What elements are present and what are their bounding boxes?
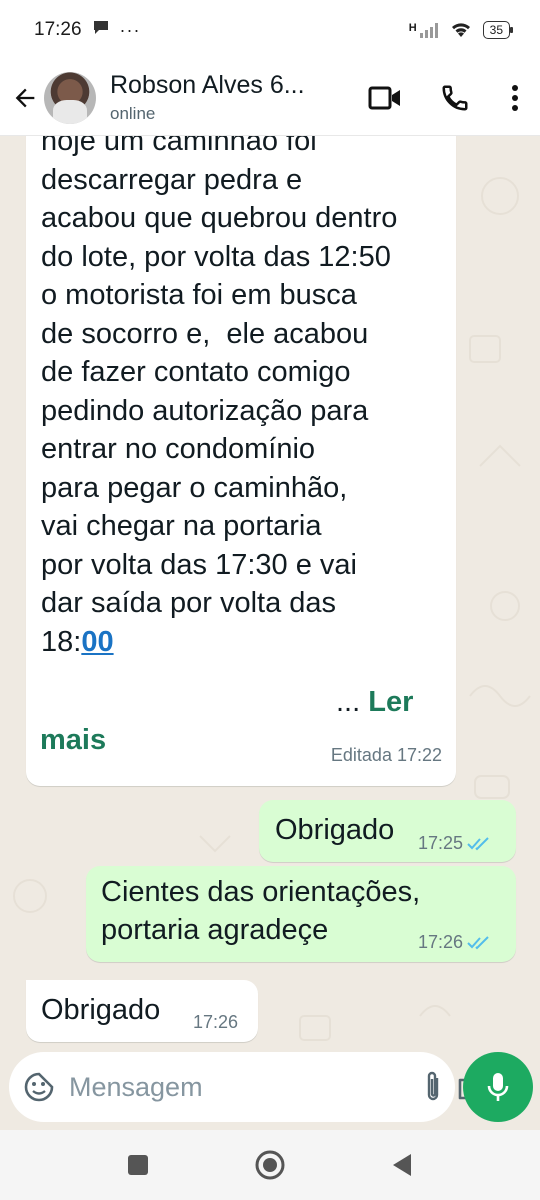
outgoing-message[interactable]: Obrigado 17:25 — [259, 800, 516, 862]
double-check-icon — [467, 836, 489, 850]
signal-icon: H — [409, 22, 439, 38]
avatar[interactable] — [44, 71, 96, 124]
message-timestamp: 17:26 — [193, 1012, 239, 1032]
battery-icon: 35 — [482, 21, 514, 39]
input-bar — [0, 1050, 540, 1130]
wifi-icon — [449, 20, 473, 41]
back-button[interactable] — [10, 78, 40, 118]
status-more: ··· — [119, 19, 141, 40]
home-button[interactable] — [250, 1145, 290, 1185]
read-more-label-2[interactable]: mais — [40, 724, 106, 757]
attach-button[interactable] — [423, 1065, 443, 1109]
network-type: H — [408, 22, 417, 34]
status-time: 17:26 — [34, 19, 82, 40]
voice-call-button[interactable] — [420, 68, 490, 128]
chat-header: Robson Alves 6... online — [0, 60, 540, 136]
message-composer — [9, 1052, 488, 1122]
sticker-button[interactable] — [23, 1065, 55, 1109]
chat-notification-icon — [92, 19, 110, 41]
video-call-button[interactable] — [350, 68, 420, 128]
triangle-back-icon — [393, 1154, 411, 1176]
sticker-icon — [24, 1072, 54, 1102]
recents-button[interactable] — [118, 1145, 158, 1185]
paperclip-icon — [427, 1071, 439, 1101]
read-more-label-1: Ler — [368, 686, 414, 718]
square-icon — [128, 1155, 148, 1175]
message-text-line-1: Cientes das orientações, — [101, 876, 421, 908]
message-text: hoje um caminhão foi descarregar pedra e… — [41, 136, 398, 658]
double-check-icon — [467, 935, 489, 949]
video-call-icon — [368, 86, 400, 109]
message-input[interactable] — [69, 1071, 423, 1103]
status-bar: 17:26 ··· H 35 — [0, 0, 540, 60]
outgoing-message[interactable]: Cientes das orientações, portaria agrade… — [86, 866, 516, 962]
message-link[interactable]: 00 — [81, 626, 113, 658]
system-nav-bar — [0, 1130, 540, 1200]
message-timestamp: 17:25 — [418, 833, 491, 854]
message-timestamp: 17:26 — [418, 932, 491, 953]
home-circle-icon — [255, 1150, 285, 1180]
contact-status: online — [110, 104, 156, 123]
read-more-link[interactable]: ... Ler — [336, 686, 413, 719]
read-more-ellipsis: ... — [336, 686, 361, 718]
back-nav-button[interactable] — [382, 1145, 422, 1185]
mic-icon — [487, 1073, 509, 1101]
chat-area[interactable]: hoje um caminhão foi descarregar pedra e… — [0, 136, 540, 1050]
incoming-message[interactable]: Obrigado 17:26 — [26, 980, 258, 1042]
message-text: Obrigado — [275, 814, 395, 846]
more-vert-icon — [512, 84, 518, 111]
arrow-left-icon — [15, 88, 35, 107]
contact-name: Robson Alves 6... — [110, 71, 305, 99]
edited-timestamp: Editada 17:22 — [330, 745, 442, 765]
phone-icon — [442, 85, 468, 111]
voice-message-button[interactable] — [463, 1052, 533, 1122]
more-options-button[interactable] — [490, 68, 540, 128]
incoming-message-long[interactable]: hoje um caminhão foi descarregar pedra e… — [26, 136, 456, 786]
message-text: Obrigado — [41, 994, 161, 1026]
contact-info[interactable]: Robson Alves 6... online — [110, 71, 305, 124]
message-text-line-2: portaria agradeçe — [101, 914, 329, 946]
